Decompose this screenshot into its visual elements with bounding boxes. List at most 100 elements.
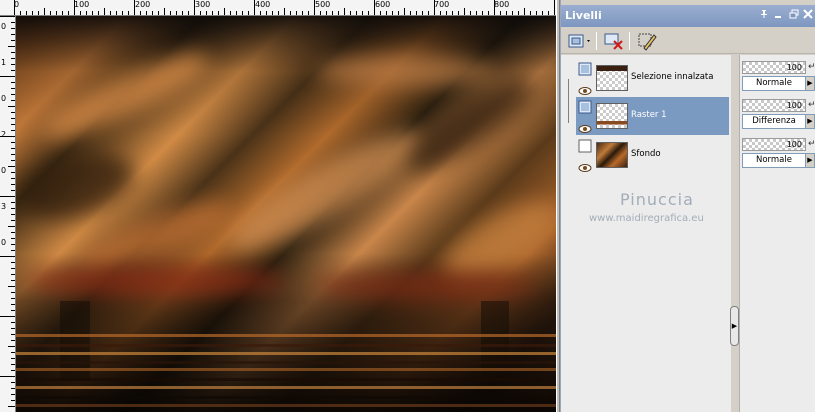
ruler-tick xyxy=(200,11,201,15)
ruler-tick xyxy=(428,11,429,15)
ruler-tick xyxy=(266,11,267,15)
blend-mode-select[interactable]: Normale xyxy=(742,153,806,168)
ruler-tick xyxy=(0,316,15,317)
ruler-tick xyxy=(11,94,15,95)
layer-name: Raster 1 xyxy=(631,110,667,120)
link-icon[interactable]: ↵ xyxy=(808,62,815,72)
ruler-tick xyxy=(338,11,339,15)
ruler-tick xyxy=(470,11,471,15)
ruler-tick xyxy=(56,11,57,15)
ruler-tick xyxy=(11,202,15,203)
ruler-label: 2 xyxy=(1,130,7,139)
ruler-tick xyxy=(80,11,81,15)
ruler-tick xyxy=(11,184,15,185)
ruler-label: 300 xyxy=(195,0,211,9)
ruler-label: 200 xyxy=(135,0,151,9)
blend-mode-select[interactable]: Normale xyxy=(742,76,806,91)
ruler-tick xyxy=(236,11,237,15)
ruler-tick xyxy=(11,142,15,143)
ruler-tick xyxy=(116,11,117,15)
close-icon[interactable] xyxy=(802,9,814,21)
link-icon[interactable]: ↵ xyxy=(808,100,815,110)
ruler-tick xyxy=(8,286,15,287)
layers-titlebar[interactable]: Livelli xyxy=(561,5,815,27)
minimize-icon[interactable] xyxy=(773,9,785,21)
ruler-tick xyxy=(224,8,225,15)
ruler-tick xyxy=(146,11,147,15)
image-canvas[interactable] xyxy=(16,16,556,412)
opacity-field[interactable]: 100 xyxy=(742,61,806,74)
ruler-label: 700 xyxy=(434,0,450,9)
dropdown-arrow-icon[interactable]: ▶ xyxy=(806,153,815,168)
layer-row[interactable]: Selezione innalzata xyxy=(576,59,729,97)
pin-icon[interactable] xyxy=(758,9,770,21)
blend-mode-select[interactable]: Differenza xyxy=(742,114,806,129)
opacity-field[interactable]: 100 xyxy=(742,99,806,112)
layer-props-row: 100 ↵ Normale ▶ xyxy=(742,60,815,92)
layer-row[interactable]: Raster 1 xyxy=(576,97,729,135)
delete-layer-icon[interactable] xyxy=(601,30,625,52)
opacity-field[interactable]: 100 xyxy=(742,138,806,151)
new-layer-icon[interactable] xyxy=(565,30,593,52)
collapse-arrow-icon[interactable]: ▶ xyxy=(730,306,739,346)
ruler-tick xyxy=(11,160,15,161)
ruler-tick xyxy=(8,226,15,227)
layer-row[interactable]: Sfondo xyxy=(576,136,729,174)
ruler-tick xyxy=(0,76,15,77)
ruler-tick xyxy=(314,0,315,15)
ruler-tick xyxy=(8,166,15,167)
ruler-tick xyxy=(8,46,15,47)
ruler-label: 0 xyxy=(1,22,7,31)
vertical-ruler: 0 1 0 2 0 3 0 xyxy=(0,16,16,412)
visibility-eye-icon[interactable] xyxy=(578,81,592,95)
ruler-tick xyxy=(11,358,15,359)
link-icon[interactable]: ↵ xyxy=(808,139,815,149)
ruler-tick xyxy=(8,406,15,407)
ruler-tick xyxy=(11,214,15,215)
ruler-tick xyxy=(548,11,549,15)
layer-thumbnail xyxy=(596,65,628,91)
ruler-tick xyxy=(32,11,33,15)
ruler-tick xyxy=(0,256,15,257)
dropdown-arrow-icon[interactable]: ▶ xyxy=(806,114,815,129)
ruler-tick xyxy=(404,8,405,15)
ruler-tick xyxy=(176,11,177,15)
ruler-tick xyxy=(11,280,15,281)
ruler-tick xyxy=(11,334,15,335)
ruler-tick xyxy=(212,11,213,15)
ruler-tick xyxy=(446,11,447,15)
ruler-tick xyxy=(260,11,261,15)
ruler-tick xyxy=(326,11,327,15)
ruler-tick xyxy=(11,22,15,23)
ruler-tick xyxy=(11,58,15,59)
ruler-tick xyxy=(86,11,87,15)
ruler-tick xyxy=(11,40,15,41)
ruler-tick xyxy=(392,11,393,15)
ruler-tick xyxy=(164,8,165,15)
ruler-tick xyxy=(416,11,417,15)
edit-selection-icon[interactable] xyxy=(635,30,657,52)
ruler-tick xyxy=(110,11,111,15)
visibility-eye-icon[interactable] xyxy=(578,158,592,172)
ruler-tick xyxy=(308,11,309,15)
ruler-tick xyxy=(518,11,519,15)
ruler-tick xyxy=(170,11,171,15)
ruler-tick xyxy=(530,11,531,15)
ruler-tick xyxy=(476,11,477,15)
horizontal-ruler: 0 100 200 300 400 500 600 700 800 xyxy=(0,0,556,16)
dropdown-arrow-icon[interactable]: ▶ xyxy=(806,76,815,91)
ruler-tick xyxy=(218,11,219,15)
ruler-tick xyxy=(380,11,381,15)
ruler-tick xyxy=(398,11,399,15)
visibility-eye-icon[interactable] xyxy=(578,119,592,133)
ruler-tick xyxy=(284,8,285,15)
ruler-tick xyxy=(11,232,15,233)
ruler-tick xyxy=(440,11,441,15)
ruler-tick xyxy=(536,11,537,15)
ruler-tick xyxy=(62,11,63,15)
ruler-tick xyxy=(374,0,375,15)
restore-icon[interactable] xyxy=(788,9,800,21)
ruler-tick xyxy=(278,11,279,15)
ruler-tick xyxy=(194,0,195,15)
layers-toolbar xyxy=(561,27,815,54)
